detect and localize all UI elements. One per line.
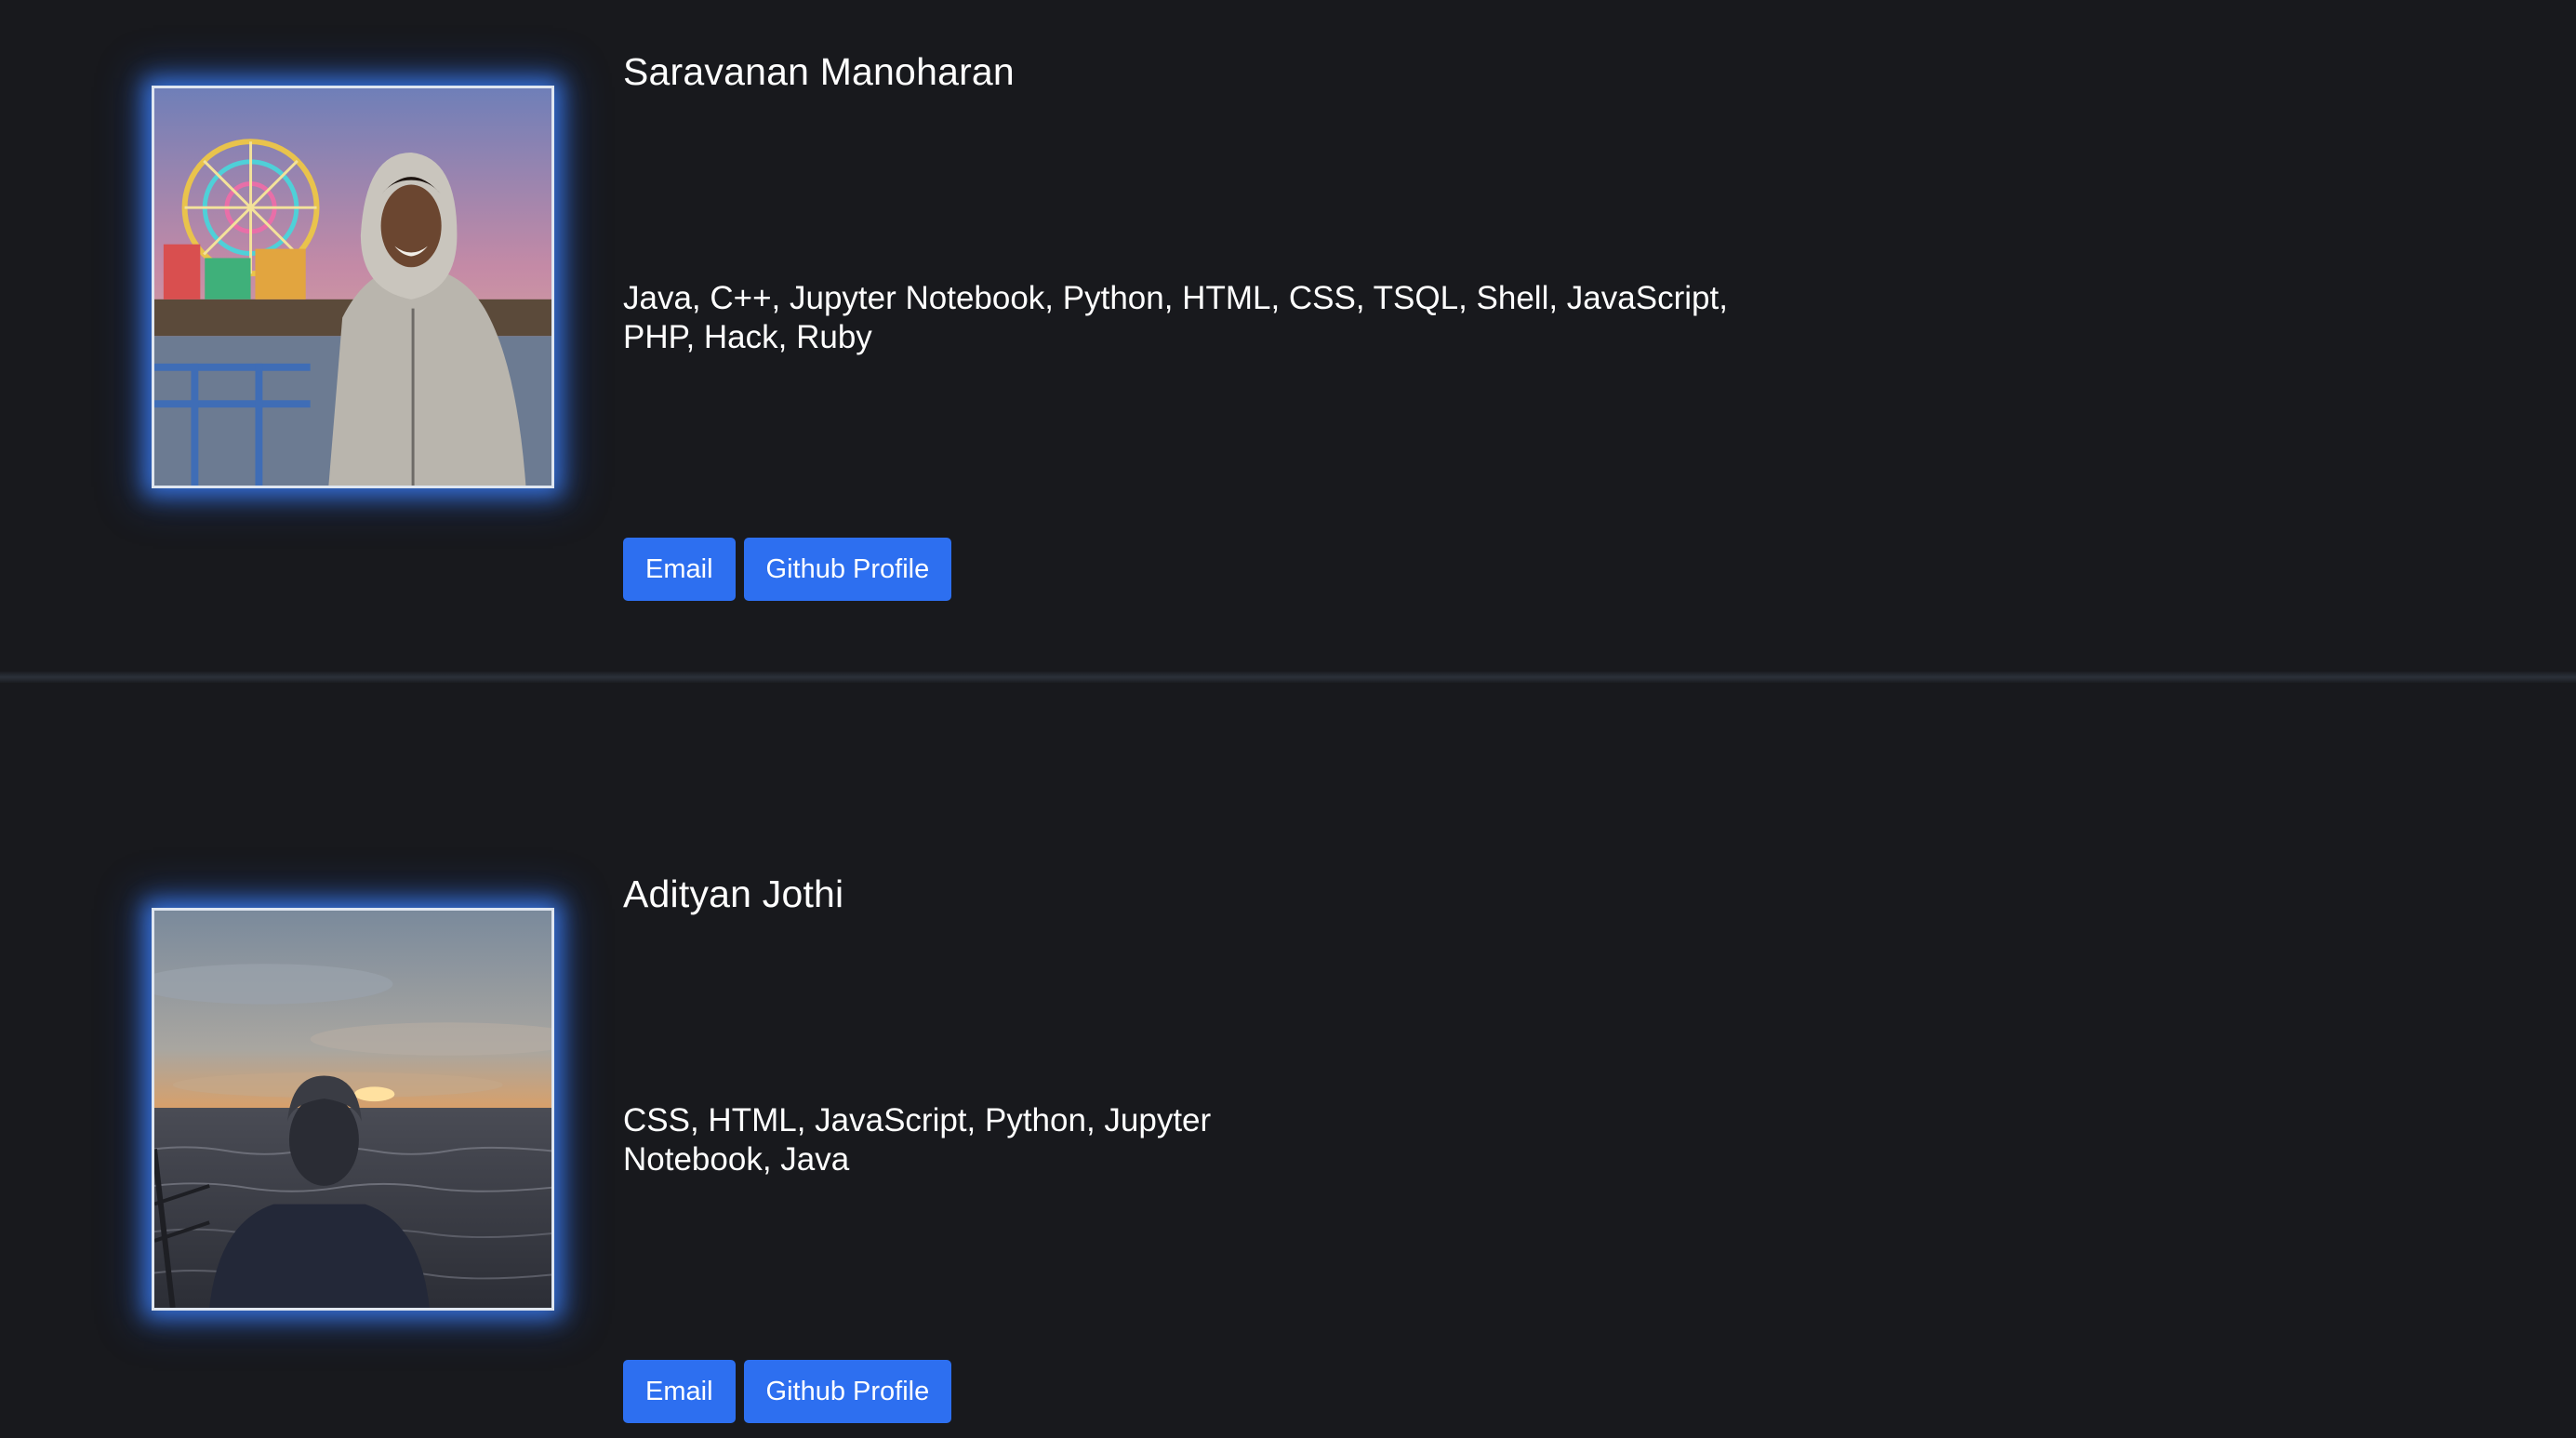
profile-card: Adityan Jothi CSS, HTML, JavaScript, Pyt… [0,688,2576,1438]
profile-skills: CSS, HTML, JavaScript, Python, Jupyter N… [623,1102,1212,1178]
profile-card: Saravanan Manoharan Java, C++, Jupyter N… [0,0,2576,670]
profile-actions: Email Github Profile [623,538,952,601]
section-divider [0,672,2576,683]
team-page: Saravanan Manoharan Java, C++, Jupyter N… [0,0,2576,1438]
email-button[interactable]: Email [623,1360,736,1423]
profile-name: Saravanan Manoharan [623,50,1015,93]
email-button[interactable]: Email [623,538,736,601]
profile-photo [152,908,554,1311]
profile-photo [152,86,554,488]
profile-actions: Email Github Profile [623,1360,952,1423]
profile-name: Adityan Jothi [623,872,844,915]
github-profile-button[interactable]: Github Profile [743,1360,952,1423]
profile-skills: Java, C++, Jupyter Notebook, Python, HTM… [623,280,1728,355]
github-profile-button[interactable]: Github Profile [743,538,952,601]
